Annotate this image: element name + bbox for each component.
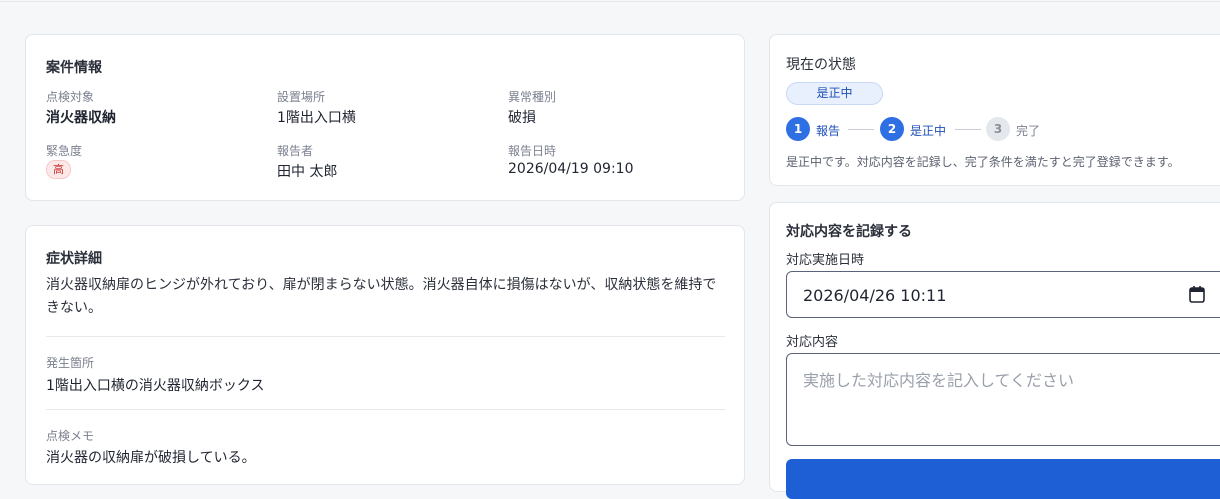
- top-bar: [0, 0, 1220, 2]
- step-3-dot: 3: [986, 117, 1010, 141]
- step-connector: [955, 129, 981, 130]
- date-time-value: 2026/04/26 10:11: [803, 286, 947, 305]
- symptom-detail-card: 症状詳細 消火器収納扉のヒンジが外れており、扉が閉まらない状態。消火器自体に損傷…: [25, 225, 745, 485]
- status-badge: 是正中: [786, 82, 883, 105]
- field-label-location: 設置場所: [277, 90, 326, 104]
- field-label-anomaly-type: 異常種別: [508, 90, 557, 104]
- divider: [46, 336, 725, 337]
- case-info-title: 案件情報: [46, 60, 102, 76]
- field-label-report-datetime: 報告日時: [508, 144, 557, 158]
- field-value-location: 1階出入口横: [277, 110, 356, 126]
- field-value-reporter: 田中 太郎: [277, 164, 338, 180]
- memo-label: 点検メモ: [46, 429, 95, 443]
- step-1-dot: 1: [786, 117, 810, 141]
- field-value-report-datetime: 2026/04/19 09:10: [508, 161, 634, 177]
- symptom-description-line2: きない。: [46, 300, 102, 316]
- status-card: 現在の状態 是正中 1 報告 2 是正中 3 完了 是正中です。対応内容を記録し…: [769, 34, 1220, 186]
- date-time-input[interactable]: 2026/04/26 10:11: [786, 271, 1220, 318]
- status-note: 是正中です。対応内容を記録し、完了条件を満たすと完了登録できます。: [786, 155, 1180, 169]
- divider: [46, 409, 725, 410]
- step-3-label: 完了: [1016, 124, 1041, 138]
- step-2-label: 是正中: [910, 124, 947, 138]
- record-title: 対応内容を記録する: [786, 224, 912, 240]
- step-2-dot: 2: [880, 117, 904, 141]
- submit-button[interactable]: [786, 459, 1220, 499]
- field-label-reporter: 報告者: [277, 144, 314, 158]
- field-label-inspection-target: 点検対象: [46, 90, 95, 104]
- location-value: 1階出入口横の消火器収納ボックス: [46, 378, 265, 394]
- content-placeholder: 実施した対応内容を記入してください: [803, 371, 1075, 390]
- urgency-badge: 高: [46, 160, 71, 179]
- content-field-label: 対応内容: [786, 335, 839, 350]
- case-info-card: 案件情報 点検対象 消火器収納 設置場所 1階出入口横 異常種別 破損 緊急度 …: [25, 34, 745, 201]
- content-textarea[interactable]: 実施した対応内容を記入してください: [786, 353, 1220, 446]
- memo-value: 消火器の収納扉が破損している。: [46, 450, 256, 466]
- location-label: 発生箇所: [46, 356, 95, 370]
- date-field-label: 対応実施日時: [786, 253, 865, 268]
- record-response-card: 対応内容を記録する 対応実施日時 2026/04/26 10:11 対応内容 実…: [769, 202, 1220, 499]
- symptom-description-line1: 消火器収納扉のヒンジが外れており、扉が閉まらない状態。消火器自体に損傷はないが、…: [46, 277, 717, 293]
- field-value-anomaly-type: 破損: [508, 110, 536, 126]
- symptom-title: 症状詳細: [46, 251, 102, 267]
- step-1-label: 報告: [816, 124, 841, 138]
- status-title: 現在の状態: [786, 57, 856, 73]
- field-value-inspection-target: 消火器収納: [46, 110, 116, 126]
- calendar-icon[interactable]: [1189, 285, 1205, 303]
- step-connector: [848, 129, 874, 130]
- field-label-urgency: 緊急度: [46, 144, 83, 158]
